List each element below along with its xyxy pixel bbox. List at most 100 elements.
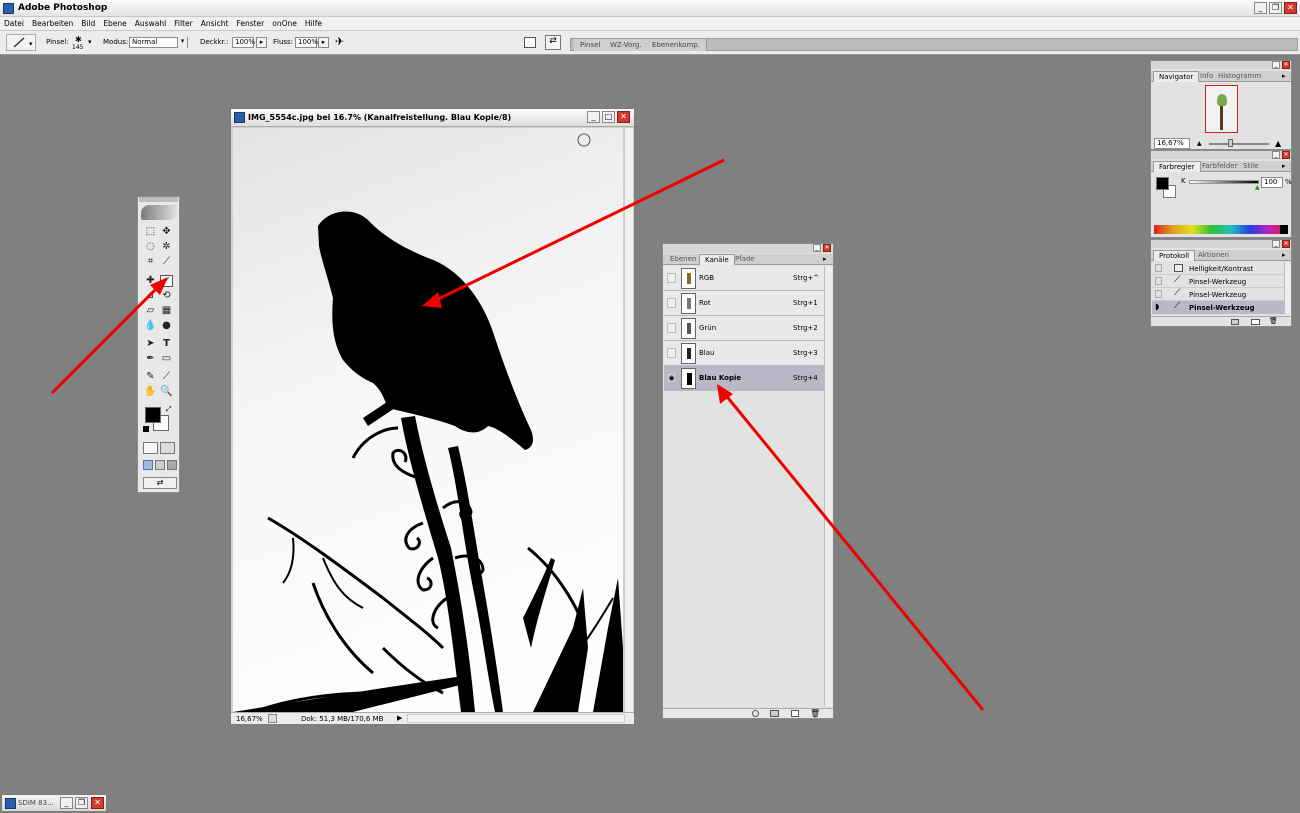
history-brush-source-icon[interactable]: ◗ <box>1155 302 1159 311</box>
zoom-tool-icon[interactable]: 🔍 <box>160 386 173 398</box>
menu-onone[interactable]: onOne <box>268 17 301 30</box>
tab-navigator[interactable]: Navigator <box>1153 71 1200 82</box>
status-menu-arrow-icon[interactable]: ▶ <box>397 714 402 722</box>
new-document-from-state-icon[interactable] <box>1231 319 1239 325</box>
doc-maximize-button[interactable]: □ <box>602 111 615 123</box>
new-channel-icon[interactable] <box>791 710 799 717</box>
channels-panel-titlebar[interactable]: _ ✕ <box>663 244 833 253</box>
flow-slider-button[interactable]: ▸ <box>318 37 329 48</box>
doc-minimize-button[interactable]: _ <box>587 111 600 123</box>
hand-tool-icon[interactable]: ✋ <box>144 386 157 398</box>
k-value-input[interactable]: 100 <box>1261 177 1283 188</box>
channel-row-gruen[interactable]: Grün Strg+2 <box>664 316 824 341</box>
history-snapshot-box[interactable] <box>1155 290 1162 298</box>
menu-filter[interactable]: Filter <box>170 17 197 30</box>
pen-tool-icon[interactable]: ✒ <box>144 353 157 365</box>
channels-minimize-button[interactable]: _ <box>813 244 821 252</box>
app-minimize-button[interactable]: _ <box>1254 2 1267 14</box>
jump-to-imageready-icon[interactable]: ⇄ <box>143 477 177 489</box>
healing-brush-tool-icon[interactable]: ✚ <box>144 275 157 287</box>
menu-datei[interactable]: Datei <box>0 17 28 30</box>
channel-row-rot[interactable]: Rot Strg+1 <box>664 291 824 316</box>
path-selection-tool-icon[interactable]: ➤ <box>144 338 157 350</box>
feather-logo-icon[interactable] <box>141 205 177 220</box>
dodge-tool-icon[interactable]: ● <box>160 320 173 332</box>
menu-bearbeiten[interactable]: Bearbeiten <box>28 17 77 30</box>
tool-preset-picker[interactable]: ▾ <box>6 34 36 51</box>
tab-pfade[interactable]: Pfade <box>730 254 760 265</box>
zoom-slider-thumb[interactable] <box>1228 139 1233 147</box>
history-snapshot-box[interactable] <box>1155 277 1162 285</box>
tab-ebenen[interactable]: Ebenen <box>665 254 701 265</box>
foreground-color-swatch[interactable] <box>145 407 161 423</box>
k-slider[interactable] <box>1189 180 1259 184</box>
history-item[interactable]: ⟋ Pinsel-Werkzeug <box>1152 275 1284 288</box>
history-minimize-button[interactable]: _ <box>1272 240 1280 248</box>
trash-icon[interactable]: 🗑 <box>810 709 820 718</box>
eye-icon[interactable] <box>667 348 676 358</box>
menu-fenster[interactable]: Fenster <box>232 17 268 30</box>
eye-icon[interactable]: ◉ <box>667 373 676 383</box>
slice-tool-icon[interactable]: ⟋ <box>160 256 173 268</box>
trash-icon[interactable]: 🗑 <box>1269 317 1278 325</box>
channel-row-blau-kopie[interactable]: ◉ Blau Kopie Strg+4 <box>664 366 824 391</box>
mode-select[interactable]: Normal ▾ <box>129 37 188 48</box>
tab-aktionen[interactable]: Aktionen <box>1193 250 1234 261</box>
history-brush-tool-icon[interactable]: ⟲ <box>160 290 173 302</box>
clone-stamp-tool-icon[interactable]: ⌂ <box>144 290 157 302</box>
color-minimize-button[interactable]: _ <box>1272 151 1280 159</box>
menu-hilfe[interactable]: Hilfe <box>301 17 326 30</box>
save-selection-icon[interactable] <box>770 710 779 717</box>
lasso-tool-icon[interactable]: ◌ <box>144 241 157 253</box>
magic-wand-tool-icon[interactable]: ✲ <box>160 241 173 253</box>
doc-close-button[interactable]: ✕ <box>617 111 630 123</box>
doc-status-icon[interactable] <box>268 714 277 723</box>
brush-picker[interactable]: ✱ 145 ▾ <box>72 33 96 53</box>
foreground-swatch[interactable] <box>1156 177 1169 190</box>
well-tab-ebenenkomp[interactable]: Ebenenkomp. <box>646 39 707 51</box>
panel-menu-icon[interactable]: ▸ <box>1282 72 1286 80</box>
eye-icon[interactable] <box>667 273 676 283</box>
opacity-input[interactable]: 100% <box>232 37 255 48</box>
well-tab-werkzeugvorgaben[interactable]: WZ-Vorg. <box>604 39 649 51</box>
opacity-slider-button[interactable]: ▸ <box>256 37 267 48</box>
document-horizontal-scrollbar[interactable] <box>407 714 625 723</box>
navigator-minimize-button[interactable]: _ <box>1272 61 1280 69</box>
menu-auswahl[interactable]: Auswahl <box>131 17 170 30</box>
tab-farbfelder[interactable]: Farbfelder <box>1197 161 1242 172</box>
quickmask-mode-icon[interactable] <box>160 442 175 454</box>
eyedropper-tool-icon[interactable]: ⟋ <box>160 371 173 383</box>
load-selection-icon[interactable] <box>752 710 759 717</box>
navigator-zoom-input[interactable]: 16,67% <box>1154 138 1190 149</box>
panel-menu-icon[interactable]: ▸ <box>823 255 827 263</box>
eraser-tool-icon[interactable]: ▱ <box>144 305 157 317</box>
taskbar-restore-button[interactable]: ❐ <box>75 797 88 809</box>
app-restore-button[interactable]: ❐ <box>1269 2 1282 14</box>
eye-icon[interactable] <box>667 298 676 308</box>
color-close-button[interactable]: ✕ <box>1282 151 1290 159</box>
channels-scrollbar[interactable] <box>824 266 832 706</box>
zoom-out-icon[interactable]: ▲ <box>1197 140 1202 147</box>
type-tool-icon[interactable]: T <box>160 338 173 350</box>
file-browser-icon[interactable] <box>524 37 536 48</box>
tab-protokoll[interactable]: Protokoll <box>1153 250 1196 261</box>
taskbar-button[interactable]: SDIM 83... _ ❐ ✕ <box>1 794 107 812</box>
taskbar-minimize-button[interactable]: _ <box>60 797 73 809</box>
menu-ansicht[interactable]: Ansicht <box>197 17 233 30</box>
history-item-current[interactable]: ◗ ⟋ Pinsel-Werkzeug <box>1152 301 1284 314</box>
navigator-close-button[interactable]: ✕ <box>1282 61 1290 69</box>
history-titlebar[interactable]: _ ✕ <box>1151 240 1291 248</box>
crop-tool-icon[interactable]: ⌗ <box>144 256 157 268</box>
navigator-titlebar[interactable]: _ ✕ <box>1151 61 1291 69</box>
notes-tool-icon[interactable]: ✎ <box>144 371 157 383</box>
panel-menu-icon[interactable]: ▸ <box>1282 251 1286 259</box>
full-screen-menu-mode-icon[interactable] <box>155 460 165 470</box>
flow-input[interactable]: 100% <box>295 37 318 48</box>
channel-row-rgb[interactable]: RGB Strg+^ <box>664 266 824 291</box>
document-vertical-scrollbar[interactable] <box>624 128 633 712</box>
panel-menu-icon[interactable]: ▸ <box>1282 162 1286 170</box>
move-tool-icon[interactable]: ✥ <box>160 226 173 238</box>
marquee-tool-icon[interactable]: ⬚ <box>144 226 157 238</box>
standard-mode-icon[interactable] <box>143 442 158 454</box>
gradient-tool-icon[interactable]: ▦ <box>160 305 173 317</box>
